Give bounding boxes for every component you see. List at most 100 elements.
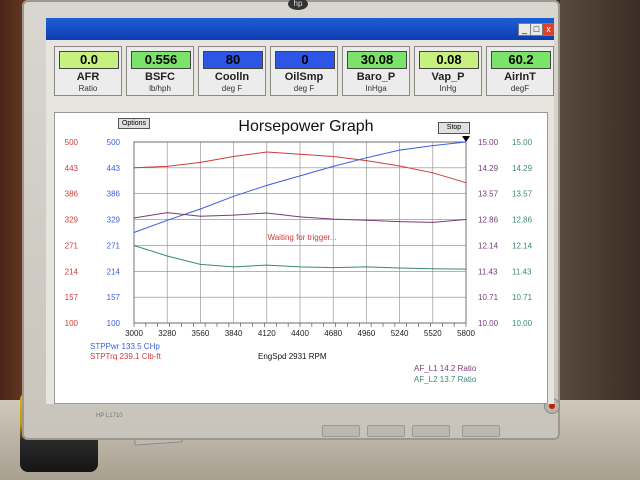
gauge-unit: degF xyxy=(510,84,530,93)
y-right-purple-tick: 12.14 xyxy=(478,241,499,250)
series-point-af_l1 xyxy=(133,217,135,219)
gauge-unit: lb/hph xyxy=(149,84,171,93)
series-point-af_l2 xyxy=(399,267,401,269)
footer-af-l1: AF_L1 14.2 Ratio xyxy=(414,364,477,373)
series-point-af_l2 xyxy=(365,266,367,268)
y-right-teal-tick: 10.71 xyxy=(512,293,533,302)
series-point-stppwr xyxy=(365,157,367,159)
gauge-bsfc: 0.556 BSFC lb/hph xyxy=(126,46,194,96)
series-point-af_l2 xyxy=(299,266,301,268)
x-tick-label: 5520 xyxy=(424,329,442,338)
series-point-stppwr xyxy=(465,141,467,143)
x-tick-label: 5240 xyxy=(391,329,409,338)
y-right-teal-tick: 12.86 xyxy=(512,216,533,225)
x-tick-label: 4120 xyxy=(258,329,276,338)
series-point-af_l1 xyxy=(199,215,201,217)
y-right-purple-tick: 15.00 xyxy=(478,138,499,147)
y-left-blue-tick: 100 xyxy=(107,319,121,328)
gauge-value: 0 xyxy=(275,51,335,69)
x-tick-label: 4680 xyxy=(324,329,342,338)
y-right-teal-tick: 11.43 xyxy=(512,267,532,276)
series-point-af_l1 xyxy=(465,218,467,221)
gauge-value: 0.08 xyxy=(419,51,479,69)
y-left-red-tick: 214 xyxy=(65,267,79,276)
footer-stptrq: STPTrq 239.1 Clb-ft xyxy=(90,352,161,361)
scale-marker-icon xyxy=(462,136,470,142)
series-point-af_l1 xyxy=(299,216,301,218)
series-point-af_l1 xyxy=(266,212,268,214)
gauge-vap-p: 0.08 Vap_P InHg xyxy=(414,46,482,96)
x-tick-label: 3280 xyxy=(158,329,176,338)
y-left-red-tick: 329 xyxy=(65,216,79,225)
y-left-red-tick: 100 xyxy=(65,319,79,328)
series-point-stppwr xyxy=(233,195,235,197)
series-point-af_l2 xyxy=(199,263,201,265)
y-right-teal-tick: 15.00 xyxy=(512,138,533,147)
monitor-model-label: HP L1710 xyxy=(96,413,123,419)
y-right-purple-tick: 12.86 xyxy=(478,216,499,225)
series-point-stppwr xyxy=(332,165,334,168)
footer-af-l2: AF_L2 13.7 Ratio xyxy=(414,375,477,384)
gauge-unit: Ratio xyxy=(78,84,98,93)
series-point-stptrq xyxy=(166,165,168,168)
x-tick-label: 3560 xyxy=(192,329,210,338)
series-point-stptrq xyxy=(465,182,467,184)
series-point-af_l1 xyxy=(332,218,334,220)
x-tick-label: 3840 xyxy=(225,329,243,338)
monitor-select-button[interactable] xyxy=(412,425,450,437)
x-tick-label: 3000 xyxy=(125,329,143,338)
gauge-value: 30.08 xyxy=(347,51,407,69)
series-point-stppwr xyxy=(199,208,201,210)
y-right-teal-tick: 12.14 xyxy=(512,241,533,250)
screen: _ □ x 0.0 AFR Ratio 0.556 BSFC lb/hph 80 Coolln… xyxy=(46,18,554,404)
x-tick-label: 4960 xyxy=(358,329,376,338)
gauge-value: 0.556 xyxy=(131,51,191,69)
series-point-af_l2 xyxy=(233,266,235,268)
y-right-purple-tick: 13.57 xyxy=(478,190,499,199)
series-point-af_l1 xyxy=(365,219,367,221)
monitor-logo-icon: hp xyxy=(288,0,308,10)
gauge-unit: deg F xyxy=(293,84,315,93)
series-point-stptrq xyxy=(233,155,235,158)
series-point-stppwr xyxy=(432,145,434,147)
series-point-stptrq xyxy=(199,161,201,163)
gauge-value: 60.2 xyxy=(491,51,551,69)
gauge-unit: deg F xyxy=(221,84,243,93)
series-point-stptrq xyxy=(399,165,401,167)
footer-engspd: EngSpd 2931 RPM xyxy=(258,352,327,361)
monitor-auto-button[interactable] xyxy=(462,425,500,437)
gauge-unit: InHga xyxy=(365,84,387,93)
gauge-value: 80 xyxy=(203,51,263,69)
monitor-adjust-button[interactable] xyxy=(367,425,405,437)
y-left-red-tick: 443 xyxy=(65,164,79,173)
y-left-blue-tick: 443 xyxy=(107,164,121,173)
gauge-label: AirInT xyxy=(504,71,536,83)
series-point-stppwr xyxy=(133,231,135,234)
series-point-af_l2 xyxy=(266,264,268,266)
series-point-stptrq xyxy=(133,167,135,169)
series-point-stptrq xyxy=(365,159,367,162)
gauge-label: AFR xyxy=(76,71,100,83)
y-left-red-tick: 500 xyxy=(65,138,79,147)
series-point-stptrq xyxy=(299,153,301,155)
series-point-af_l2 xyxy=(465,268,467,270)
window-titlebar: _ □ x xyxy=(46,18,554,40)
y-right-purple-tick: 10.00 xyxy=(478,319,499,328)
y-right-purple-tick: 10.71 xyxy=(478,293,499,302)
gauge-label: OilSmp xyxy=(284,71,324,83)
close-button[interactable]: x xyxy=(542,23,554,36)
series-point-stppwr xyxy=(166,219,168,221)
y-right-teal-tick: 14.29 xyxy=(512,164,533,173)
x-tick-label: 5800 xyxy=(457,329,475,338)
monitor-menu-button[interactable] xyxy=(322,425,360,437)
options-button[interactable]: Options xyxy=(118,118,150,129)
series-point-stppwr xyxy=(266,184,268,187)
series-point-af_l1 xyxy=(432,221,434,223)
series-point-af_l1 xyxy=(233,214,235,216)
series-point-stptrq xyxy=(266,151,268,153)
gauge-oilsmp: 0 OilSmp deg F xyxy=(270,46,338,96)
y-right-purple-tick: 14.29 xyxy=(478,164,499,173)
series-point-af_l2 xyxy=(166,255,168,257)
gauge-value: 0.0 xyxy=(59,51,119,69)
gauge-airint: 60.2 AirInT degF xyxy=(486,46,554,96)
